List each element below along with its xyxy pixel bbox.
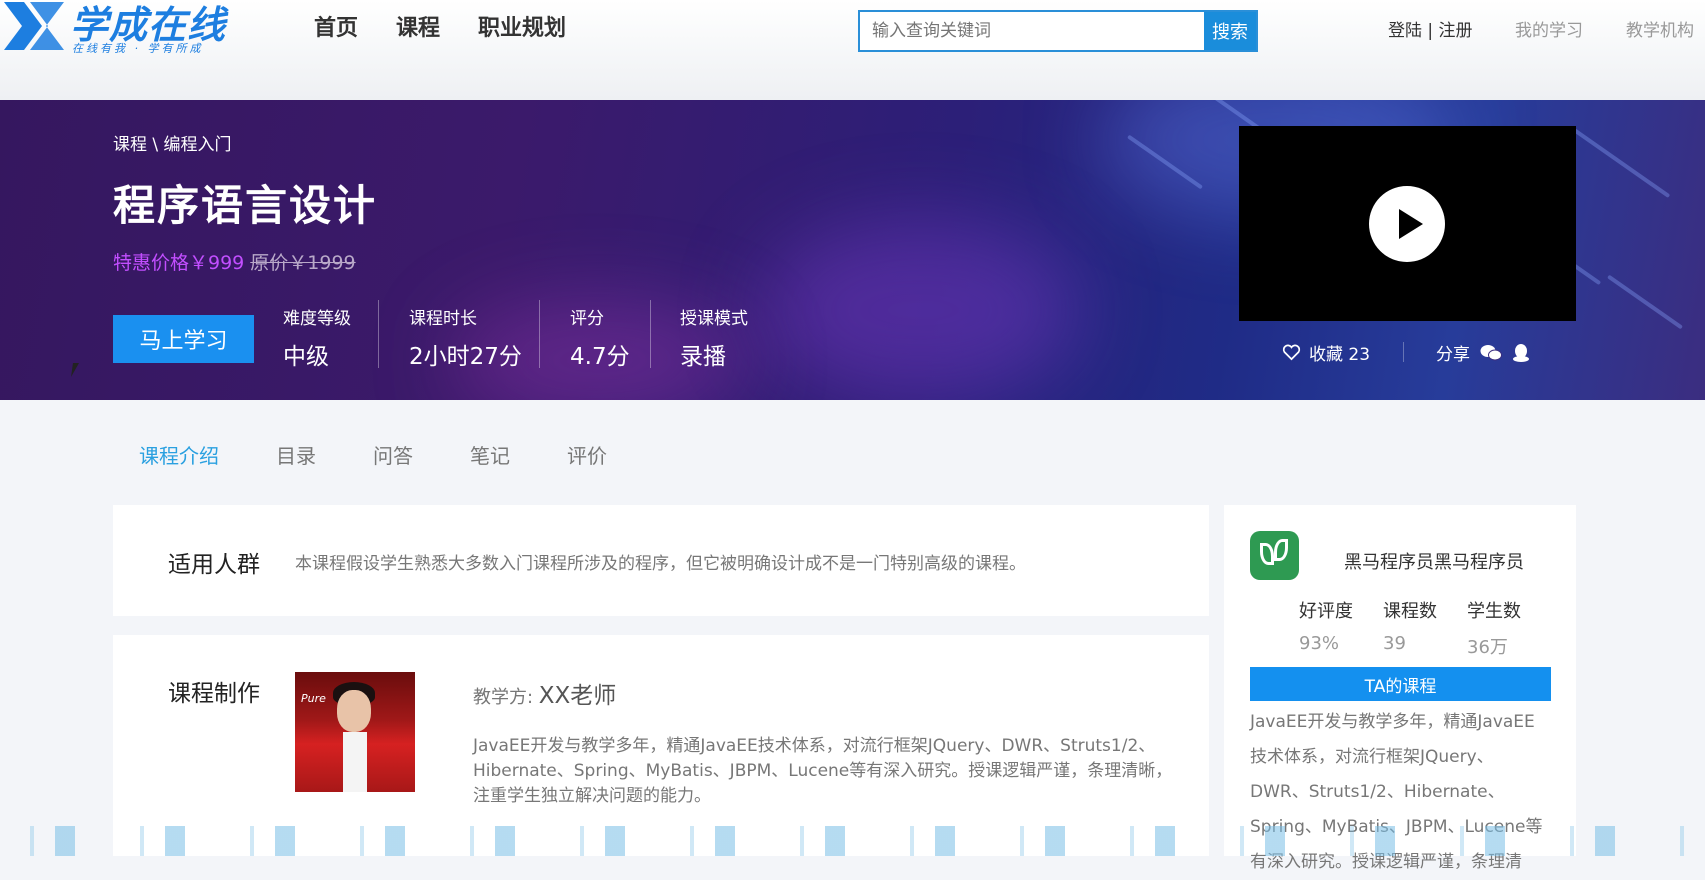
stat-label: 授课模式 xyxy=(680,309,748,329)
price-info: 特惠价格￥999 原价￥1999 xyxy=(113,248,356,275)
teacher-avatar: Pure xyxy=(295,672,415,792)
register-link[interactable]: 注册 xyxy=(1439,21,1473,41)
banner-glow xyxy=(760,220,1080,400)
ta-courses-button[interactable]: TA的课程 xyxy=(1250,667,1551,701)
stat-divider xyxy=(539,300,540,368)
org-stat-rating: 好评度 93% xyxy=(1299,597,1353,654)
tab-intro[interactable]: 课程介绍 xyxy=(139,440,219,469)
top-header: 学成在线 在线有我 · 学有所成 首页 课程 职业规划 搜索 登陆 | 注册 我… xyxy=(0,0,1705,100)
qq-icon[interactable] xyxy=(1512,343,1530,363)
stat-value: 中级 xyxy=(283,344,329,370)
stat-value: 2小时27分 xyxy=(409,344,522,370)
course-tabs: 课程介绍 目录 问答 笔记 评价 xyxy=(139,440,664,469)
logo-slogan: 在线有我 · 学有所成 xyxy=(72,42,204,55)
teacher-description: JavaEE开发与教学多年，精通JavaEE技术体系，对流行框架JQuery、D… xyxy=(473,736,1173,806)
org-stat-courses: 课程数 39 xyxy=(1383,597,1437,654)
stat-mode: 授课模式 录播 xyxy=(680,304,748,371)
bottom-decoration xyxy=(0,826,1705,856)
sale-price: 特惠价格￥999 xyxy=(113,252,245,274)
site-logo[interactable]: 学成在线 在线有我 · 学有所成 xyxy=(0,0,240,58)
tab-notes[interactable]: 笔记 xyxy=(470,440,510,469)
teacher-name: XX老师 xyxy=(538,683,617,709)
mouse-cursor-icon xyxy=(71,363,85,377)
teacher-info: 教学方: XX老师 xyxy=(473,676,616,710)
banner-streak xyxy=(1606,274,1684,330)
avatar-shirt xyxy=(343,732,367,792)
institution-link[interactable]: 教学机构 xyxy=(1626,16,1694,41)
leaf-shape xyxy=(1274,539,1288,561)
production-title: 课程制作 xyxy=(168,681,260,707)
stat-rating: 评分 4.7分 xyxy=(570,304,630,371)
org-name[interactable]: 黑马程序员黑马程序员 xyxy=(1344,548,1524,574)
nav-home[interactable]: 首页 xyxy=(314,10,358,42)
search-bar: 搜索 xyxy=(858,10,1258,52)
share-label: 分享 xyxy=(1436,345,1470,365)
org-stat-label: 好评度 xyxy=(1299,601,1353,622)
wechat-icon[interactable] xyxy=(1480,344,1502,362)
login-link[interactable]: 登陆 xyxy=(1388,21,1422,41)
heart-icon xyxy=(1282,344,1301,361)
org-stat-value: 93% xyxy=(1299,633,1340,654)
stat-difficulty: 难度等级 中级 xyxy=(283,304,351,371)
org-logo-icon[interactable] xyxy=(1250,531,1299,580)
tab-catalog[interactable]: 目录 xyxy=(276,440,316,469)
start-learning-button[interactable]: 马上学习 xyxy=(113,315,254,363)
stat-label: 评分 xyxy=(570,309,604,329)
tab-qa[interactable]: 问答 xyxy=(373,440,413,469)
video-player[interactable] xyxy=(1239,126,1576,321)
link-divider: | xyxy=(1427,21,1434,41)
avatar-face xyxy=(337,690,371,732)
photo-text: Pure xyxy=(301,692,326,705)
stat-label: 难度等级 xyxy=(283,309,351,329)
org-stat-label: 学生数 xyxy=(1467,601,1521,622)
breadcrumb[interactable]: 课程 \ 编程入门 xyxy=(113,130,232,155)
org-stat-label: 课程数 xyxy=(1383,601,1437,622)
stat-value: 4.7分 xyxy=(570,344,630,370)
course-banner: 课程 \ 编程入门 程序语言设计 特惠价格￥999 原价￥1999 马上学习 难度… xyxy=(0,100,1705,400)
org-stat-value: 36万 xyxy=(1467,637,1508,658)
org-stat-students: 学生数 36万 xyxy=(1467,597,1521,659)
leaf-shape xyxy=(1260,543,1274,565)
stat-label: 课程时长 xyxy=(409,309,477,329)
stat-divider xyxy=(650,300,651,368)
nav-courses[interactable]: 课程 xyxy=(396,10,440,42)
audience-title: 适用人群 xyxy=(168,552,260,578)
stat-divider xyxy=(378,300,379,368)
search-input[interactable] xyxy=(860,12,1204,50)
stat-value: 录播 xyxy=(680,344,726,370)
org-stat-value: 39 xyxy=(1383,633,1406,654)
nav-career[interactable]: 职业规划 xyxy=(478,10,566,42)
action-divider xyxy=(1403,342,1404,362)
logo-mark-icon xyxy=(4,2,64,50)
main-nav: 首页 课程 职业规划 xyxy=(314,10,604,42)
audience-text: 本课程假设学生熟悉大多数入门课程所涉及的程序，但它被明确设计成不是一门特别高级的… xyxy=(295,554,1026,574)
tab-reviews[interactable]: 评价 xyxy=(567,440,607,469)
original-price: 原价￥1999 xyxy=(250,252,356,274)
search-button[interactable]: 搜索 xyxy=(1204,12,1256,50)
banner-streak xyxy=(1569,125,1671,199)
stat-duration: 课程时长 2小时27分 xyxy=(409,304,522,371)
user-links: 登陆 | 注册 xyxy=(1388,16,1473,41)
play-icon[interactable] xyxy=(1369,186,1445,262)
my-learning-link[interactable]: 我的学习 xyxy=(1515,16,1583,41)
favorite-button[interactable]: 收藏 23 xyxy=(1282,340,1370,365)
favorite-count: 收藏 23 xyxy=(1309,345,1371,365)
teacher-label: 教学方: xyxy=(473,687,539,708)
share-group: 分享 xyxy=(1436,340,1530,365)
course-title: 程序语言设计 xyxy=(113,181,378,230)
